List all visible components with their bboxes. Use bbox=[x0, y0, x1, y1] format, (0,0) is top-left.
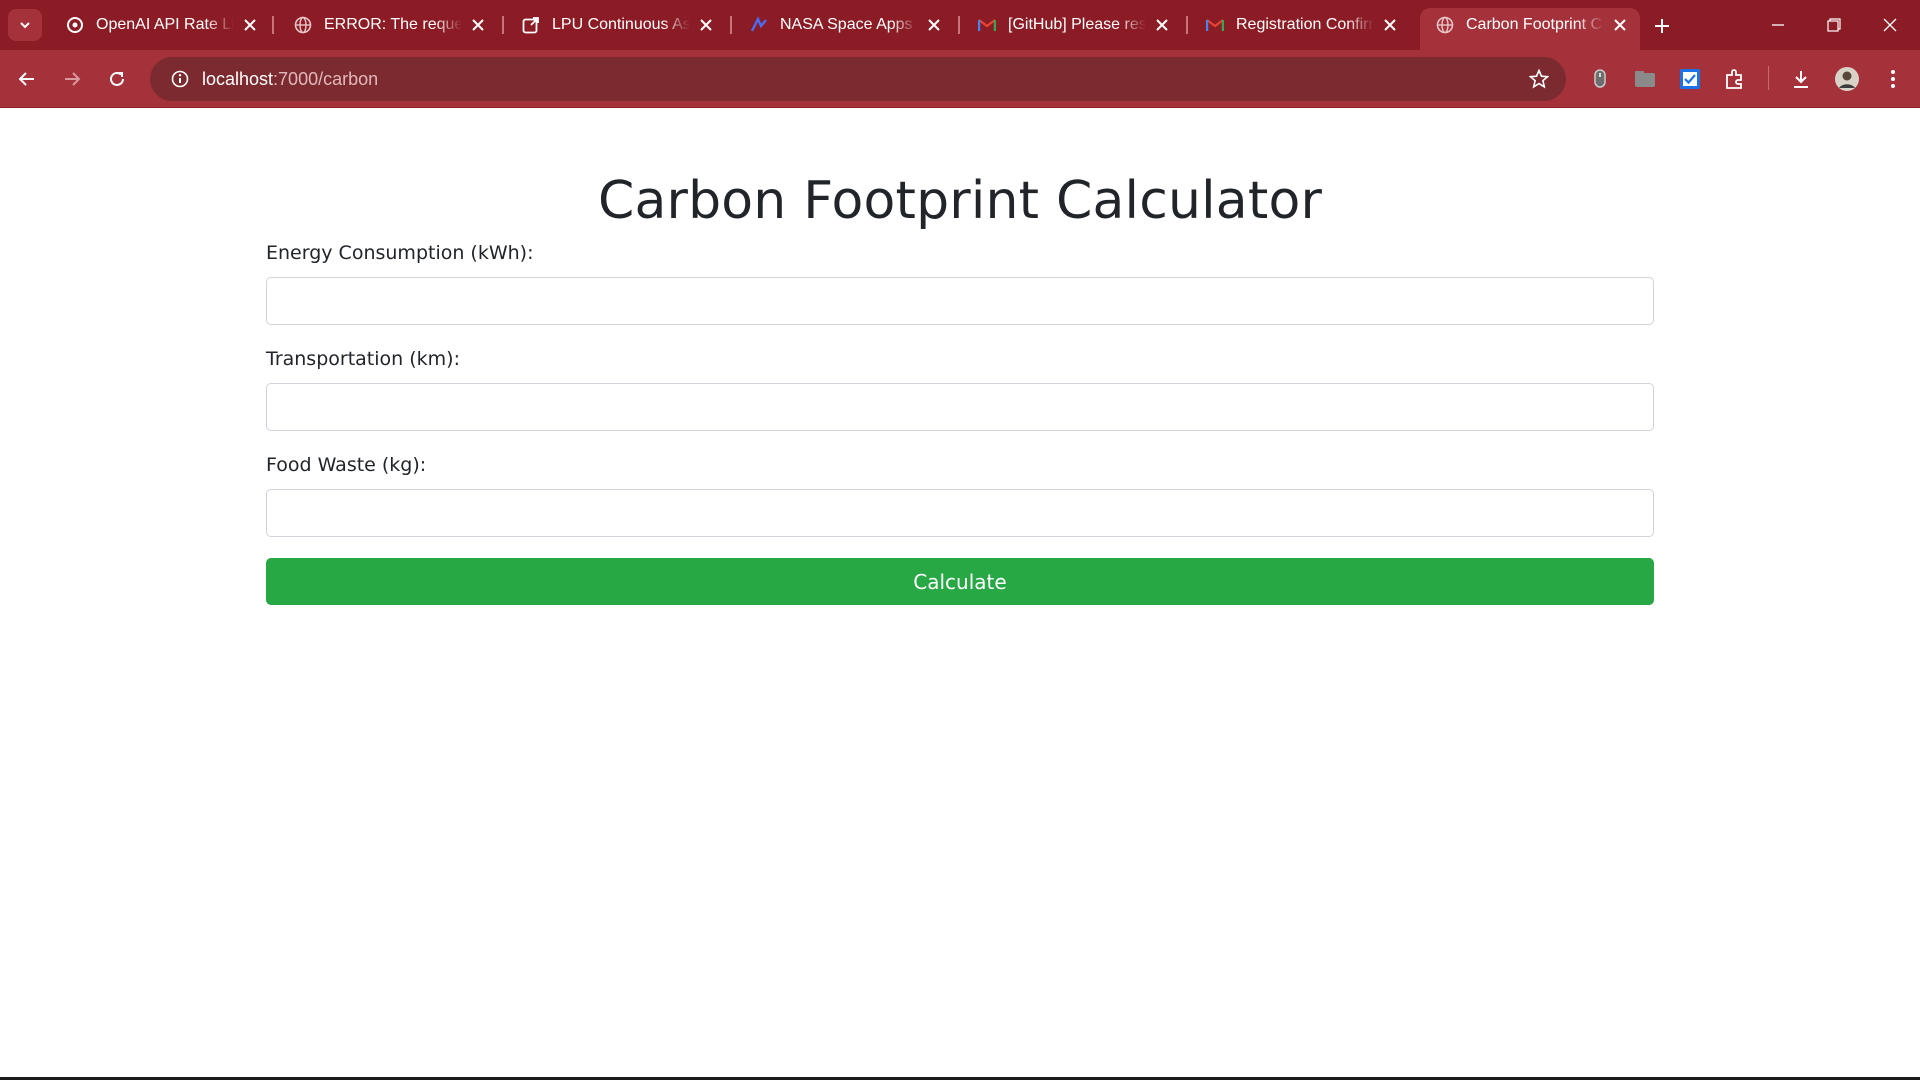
tab-error[interactable]: ERROR: The request c bbox=[278, 8, 498, 42]
tab-title: Carbon Footprint Cal bbox=[1466, 16, 1604, 33]
tab-title: OpenAI API Rate Lim bbox=[96, 16, 234, 33]
tab-separator bbox=[1186, 16, 1188, 34]
forward-button[interactable] bbox=[55, 62, 89, 96]
tab-registration[interactable]: Registration Confirm bbox=[1190, 8, 1410, 42]
tab-strip: OpenAI API Rate Lim ERROR: The request c… bbox=[0, 0, 1920, 50]
url-host: localhost bbox=[202, 68, 274, 89]
tab-nasa[interactable]: NASA Space Apps Ch bbox=[734, 8, 954, 42]
calculate-button[interactable]: Calculate bbox=[266, 558, 1654, 605]
close-icon[interactable] bbox=[1152, 15, 1172, 35]
restore-button[interactable] bbox=[1806, 0, 1862, 50]
page-viewport: Carbon Footprint Calculator Energy Consu… bbox=[0, 109, 1920, 1077]
site-info-icon[interactable] bbox=[158, 57, 202, 101]
tab-separator bbox=[272, 16, 274, 34]
tab-lpu[interactable]: LPU Continuous Asse bbox=[506, 8, 726, 42]
restore-icon bbox=[1827, 18, 1841, 32]
close-window-button[interactable] bbox=[1862, 0, 1918, 50]
tab-openai[interactable]: OpenAI API Rate Lim bbox=[50, 8, 270, 42]
browser-toolbar: localhost:7000/carbon bbox=[0, 50, 1920, 108]
chevron-down-icon bbox=[20, 22, 30, 29]
food-waste-field-group: Food Waste (kg): bbox=[266, 453, 1654, 537]
transport-field-group: Transportation (km): bbox=[266, 347, 1654, 431]
tab-title: ERROR: The request c bbox=[324, 16, 462, 33]
transport-label: Transportation (km): bbox=[266, 348, 460, 370]
tab-separator bbox=[958, 16, 960, 34]
tab-carbon-footprint[interactable]: Carbon Footprint Cal bbox=[1420, 8, 1640, 50]
gmail-icon bbox=[1206, 16, 1224, 34]
close-icon[interactable] bbox=[924, 15, 944, 35]
transport-input[interactable] bbox=[266, 383, 1654, 431]
food-waste-label: Food Waste (kg): bbox=[266, 454, 427, 476]
gmail-icon bbox=[978, 16, 996, 34]
menu-kebab-icon[interactable] bbox=[1878, 64, 1908, 94]
external-link-icon bbox=[522, 16, 540, 34]
arrow-right-icon bbox=[65, 72, 81, 86]
energy-input[interactable] bbox=[266, 277, 1654, 325]
minimize-icon bbox=[1772, 24, 1784, 26]
globe-icon bbox=[294, 16, 312, 34]
tab-separator bbox=[502, 16, 504, 34]
close-icon[interactable] bbox=[468, 15, 488, 35]
tab-title: NASA Space Apps Ch bbox=[780, 16, 918, 33]
back-button[interactable] bbox=[10, 62, 44, 96]
food-waste-input[interactable] bbox=[266, 489, 1654, 537]
new-tab-button[interactable] bbox=[1648, 12, 1676, 40]
nasa-icon bbox=[750, 16, 768, 34]
reload-icon bbox=[110, 71, 124, 86]
calculator-container: Carbon Footprint Calculator Energy Consu… bbox=[266, 109, 1654, 605]
extension-folder-icon[interactable] bbox=[1630, 64, 1660, 94]
minimize-button[interactable] bbox=[1750, 0, 1806, 50]
url-text[interactable]: localhost:7000/carbon bbox=[202, 69, 378, 90]
tab-search-button[interactable] bbox=[8, 9, 42, 41]
plus-icon bbox=[1655, 19, 1669, 33]
energy-label: Energy Consumption (kWh): bbox=[266, 242, 534, 264]
downloads-icon[interactable] bbox=[1786, 64, 1816, 94]
close-icon bbox=[1883, 18, 1897, 32]
energy-field-group: Energy Consumption (kWh): bbox=[266, 241, 1654, 325]
bookmark-star-icon[interactable] bbox=[1526, 66, 1552, 92]
tab-github-gmail[interactable]: [GitHub] Please reset bbox=[962, 8, 1182, 42]
extensions-puzzle-icon[interactable] bbox=[1720, 64, 1750, 94]
tab-title: [GitHub] Please reset bbox=[1008, 16, 1146, 33]
tab-title: LPU Continuous Asse bbox=[552, 16, 690, 33]
extension-checklist-icon[interactable] bbox=[1675, 64, 1705, 94]
submit-wrapper: Calculate bbox=[266, 558, 1654, 605]
close-icon[interactable] bbox=[696, 15, 716, 35]
tab-title: Registration Confirm bbox=[1236, 16, 1374, 33]
openai-icon bbox=[66, 16, 84, 34]
reload-button[interactable] bbox=[100, 62, 134, 96]
url-path: :7000/carbon bbox=[273, 68, 379, 89]
page-title: Carbon Footprint Calculator bbox=[597, 171, 1323, 231]
close-icon[interactable] bbox=[1380, 15, 1400, 35]
profile-avatar[interactable] bbox=[1832, 64, 1862, 94]
address-bar[interactable]: localhost:7000/carbon bbox=[150, 57, 1566, 101]
arrow-left-icon bbox=[18, 72, 34, 86]
globe-icon bbox=[1436, 16, 1454, 34]
close-icon[interactable] bbox=[240, 15, 260, 35]
tab-separator bbox=[730, 16, 732, 34]
extension-mouse-icon[interactable] bbox=[1585, 64, 1615, 94]
close-icon[interactable] bbox=[1610, 15, 1630, 35]
toolbar-divider bbox=[1768, 66, 1769, 90]
